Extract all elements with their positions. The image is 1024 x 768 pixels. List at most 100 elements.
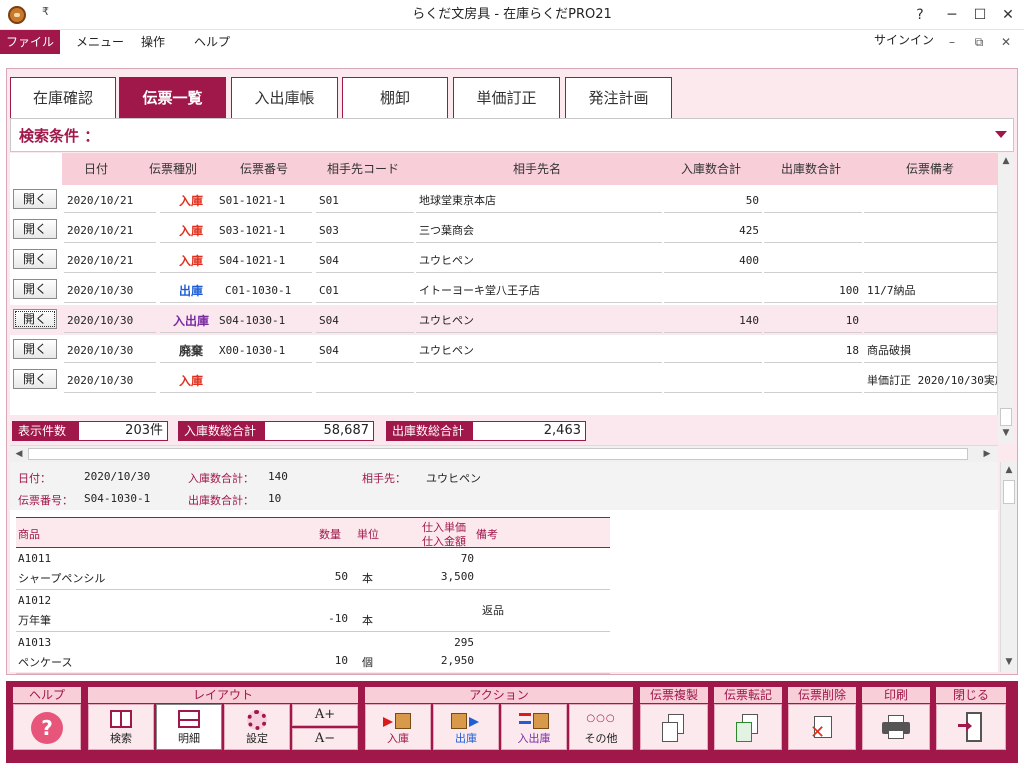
grid-cell-in[interactable]: 140 bbox=[664, 311, 762, 333]
grid-row[interactable]: 開く 2020/10/30 入出庫 S04-1030-1 S04 ユウヒペン 140 10 bbox=[10, 305, 998, 335]
grid-cell-no[interactable]: C01-1030-1 bbox=[216, 281, 312, 303]
expand-arrow-icon[interactable] bbox=[995, 131, 1007, 138]
grid-cell-out[interactable] bbox=[764, 251, 862, 273]
menu-help[interactable]: ヘルプ bbox=[194, 30, 230, 54]
grid-row[interactable]: 開く 2020/10/30 出庫 C01-1030-1 C01 イトーヨーキ堂八王子店 10… bbox=[10, 275, 998, 305]
layout-search-button[interactable]: 検索 bbox=[88, 704, 154, 750]
menu-operation[interactable]: 操作 bbox=[141, 30, 165, 54]
grid-cell-note[interactable] bbox=[864, 311, 998, 333]
open-slip-button[interactable]: 開く bbox=[13, 249, 57, 269]
tab-price-correction[interactable]: 単価訂正 bbox=[453, 77, 560, 118]
grid-scrollbar[interactable]: ▲ ▼ bbox=[997, 153, 1014, 443]
grid-cell-note[interactable]: 単価訂正 2020/10/30実施 bbox=[864, 371, 998, 393]
grid-cell-date[interactable]: 2020/10/30 bbox=[64, 371, 156, 393]
layout-detail-button[interactable]: 明細 bbox=[156, 704, 222, 750]
col-in-total[interactable]: 入庫数合計 bbox=[662, 153, 760, 185]
open-slip-button[interactable]: 開く bbox=[13, 219, 57, 239]
grid-cell-kind[interactable]: 入出庫 bbox=[160, 311, 222, 333]
close-tool-button[interactable] bbox=[936, 704, 1006, 750]
detail-scroll-down-icon[interactable]: ▼ bbox=[1001, 654, 1017, 671]
grid-cell-kind[interactable]: 入庫 bbox=[160, 251, 222, 273]
col-note[interactable]: 伝票備考 bbox=[862, 153, 998, 185]
grid-cell-date[interactable]: 2020/10/21 bbox=[64, 251, 156, 273]
grid-cell-code[interactable]: S04 bbox=[316, 251, 414, 273]
grid-cell-note[interactable] bbox=[864, 251, 998, 273]
grid-cell-code[interactable]: S04 bbox=[316, 341, 414, 363]
col-kind[interactable]: 伝票種別 bbox=[136, 153, 210, 185]
grid-cell-in[interactable] bbox=[664, 281, 762, 303]
col-date[interactable]: 日付 bbox=[62, 153, 130, 185]
grid-cell-out[interactable] bbox=[764, 371, 862, 393]
open-slip-button[interactable]: 開く bbox=[13, 279, 57, 299]
font-smaller-button[interactable]: A− bbox=[292, 728, 358, 750]
horizontal-scrollbar[interactable]: ◀ ▶ bbox=[10, 445, 998, 462]
grid-row[interactable]: 開く 2020/10/30 入庫 単価訂正 2020/10/30実施 bbox=[10, 365, 998, 395]
inner-close-button[interactable]: ✕ bbox=[994, 32, 1018, 52]
detail-scroll-up-icon[interactable]: ▲ bbox=[1001, 462, 1017, 479]
grid-cell-kind[interactable]: 入庫 bbox=[160, 221, 222, 243]
hscroll-thumb[interactable] bbox=[28, 448, 968, 460]
tab-stock-check[interactable]: 在庫確認 bbox=[10, 77, 116, 118]
grid-cell-kind[interactable]: 廃棄 bbox=[160, 341, 222, 363]
menu-file[interactable]: ファイル bbox=[0, 30, 60, 54]
action-in-button[interactable]: 入庫 bbox=[365, 704, 431, 750]
grid-cell-date[interactable]: 2020/10/21 bbox=[64, 221, 156, 243]
item-row[interactable]: A1011 シャープペンシル 50 本 70 3,500 bbox=[16, 548, 610, 590]
slip-delete-button[interactable]: ✕ bbox=[788, 704, 856, 750]
scroll-thumb[interactable] bbox=[1000, 408, 1012, 426]
col-partner-name[interactable]: 相手先名 bbox=[414, 153, 660, 185]
grid-cell-no[interactable] bbox=[216, 371, 312, 393]
print-button[interactable] bbox=[862, 704, 930, 750]
grid-cell-code[interactable]: S01 bbox=[316, 191, 414, 213]
grid-cell-name[interactable]: イトーヨーキ堂八王子店 bbox=[416, 281, 662, 303]
open-slip-button[interactable]: 開く bbox=[13, 369, 57, 389]
grid-cell-in[interactable] bbox=[664, 371, 762, 393]
item-row[interactable]: A1013 ペンケース 10 個 295 2,950 bbox=[16, 632, 610, 674]
grid-cell-code[interactable] bbox=[316, 371, 414, 393]
tab-inout-ledger[interactable]: 入出庫帳 bbox=[231, 77, 338, 118]
slip-transfer-button[interactable] bbox=[714, 704, 782, 750]
inner-restore-button[interactable]: ⧉ bbox=[967, 32, 991, 52]
grid-cell-no[interactable]: S03-1021-1 bbox=[216, 221, 312, 243]
action-inout-button[interactable]: 入出庫 bbox=[501, 704, 567, 750]
scroll-up-icon[interactable]: ▲ bbox=[998, 153, 1014, 170]
grid-cell-out[interactable] bbox=[764, 221, 862, 243]
tab-order-plan[interactable]: 発注計画 bbox=[565, 77, 672, 118]
scroll-left-icon[interactable]: ◀ bbox=[12, 446, 26, 462]
help-tool-button[interactable]: ? bbox=[13, 704, 81, 750]
grid-cell-date[interactable]: 2020/10/30 bbox=[64, 341, 156, 363]
grid-cell-note[interactable]: 商品破損 bbox=[864, 341, 998, 363]
grid-cell-date[interactable]: 2020/10/21 bbox=[64, 191, 156, 213]
grid-row[interactable]: 開く 2020/10/21 入庫 S03-1021-1 S03 三つ葉商会 425 bbox=[10, 215, 998, 245]
grid-cell-name[interactable]: ユウヒペン bbox=[416, 341, 662, 363]
open-slip-button[interactable]: 開く bbox=[13, 189, 57, 209]
grid-cell-in[interactable]: 50 bbox=[664, 191, 762, 213]
grid-row[interactable]: 開く 2020/10/21 入庫 S01-1021-1 S01 地球堂東京本店 50 bbox=[10, 185, 998, 215]
action-other-button[interactable]: ○○○ その他 bbox=[569, 704, 633, 750]
grid-cell-note[interactable]: 11/7納品 bbox=[864, 281, 998, 303]
grid-cell-name[interactable]: 地球堂東京本店 bbox=[416, 191, 662, 213]
layout-settings-button[interactable]: 設定 bbox=[224, 704, 290, 750]
grid-cell-kind[interactable]: 入庫 bbox=[160, 371, 222, 393]
grid-cell-in[interactable] bbox=[664, 341, 762, 363]
action-out-button[interactable]: 出庫 bbox=[433, 704, 499, 750]
grid-row[interactable]: 開く 2020/10/21 入庫 S04-1021-1 S04 ユウヒペン 400 bbox=[10, 245, 998, 275]
search-condition-bar[interactable]: 検索条件 ： bbox=[10, 118, 1014, 152]
detail-scrollbar[interactable]: ▲ ▼ bbox=[1000, 462, 1017, 672]
font-larger-button[interactable]: A+ bbox=[292, 704, 358, 726]
grid-cell-code[interactable]: C01 bbox=[316, 281, 414, 303]
grid-cell-code[interactable]: S03 bbox=[316, 221, 414, 243]
grid-cell-name[interactable]: 三つ葉商会 bbox=[416, 221, 662, 243]
grid-cell-no[interactable]: X00-1030-1 bbox=[216, 341, 312, 363]
detail-scroll-thumb[interactable] bbox=[1003, 480, 1015, 504]
grid-cell-no[interactable]: S04-1030-1 bbox=[216, 311, 312, 333]
grid-cell-no[interactable]: S04-1021-1 bbox=[216, 251, 312, 273]
help-button[interactable]: ? bbox=[904, 0, 936, 30]
open-slip-button[interactable]: 開く bbox=[13, 339, 57, 359]
item-row[interactable]: A1012 万年筆 -10 本 返品 bbox=[16, 590, 610, 632]
grid-cell-out[interactable]: 10 bbox=[764, 311, 862, 333]
col-slip-no[interactable]: 伝票番号 bbox=[216, 153, 312, 185]
grid-cell-in[interactable]: 400 bbox=[664, 251, 762, 273]
scroll-right-icon[interactable]: ▶ bbox=[980, 446, 994, 462]
grid-cell-out[interactable]: 100 bbox=[764, 281, 862, 303]
